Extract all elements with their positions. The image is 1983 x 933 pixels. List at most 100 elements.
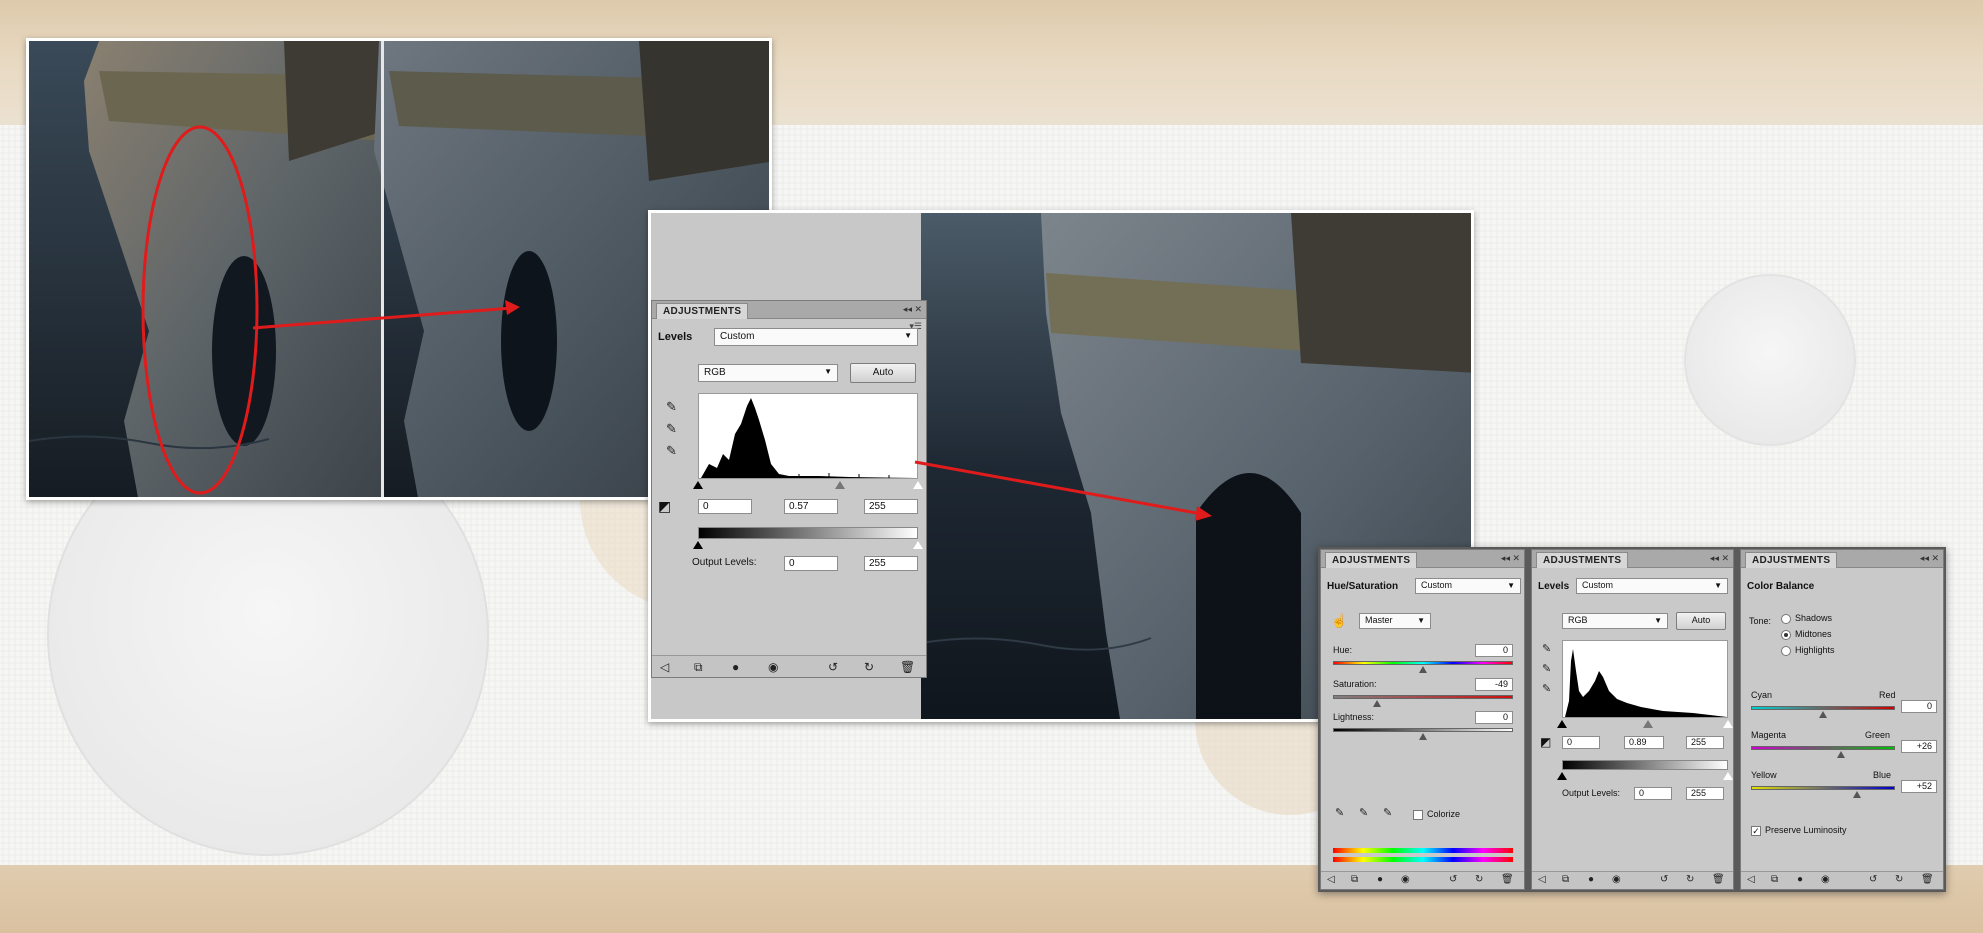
input-gamma-field[interactable]: 0.89 — [1624, 736, 1664, 749]
eyedropper-plus-icon[interactable]: ✎ — [1359, 806, 1368, 819]
arrow-to-arch — [914, 460, 1212, 521]
levels-panel-small: ADJUSTMENTS ◂◂ ✕ Levels Custom ▼ RGB ▼ A… — [1531, 549, 1734, 890]
visibility-eye-icon[interactable]: ◉ — [1401, 874, 1410, 885]
histogram — [1562, 640, 1728, 718]
black-eyedropper-icon[interactable]: ✎ — [1542, 642, 1551, 655]
tone-radio-shadows[interactable] — [1781, 614, 1791, 624]
output-black-field[interactable]: 0 — [1634, 787, 1672, 800]
magenta-green-field[interactable]: +26 — [1901, 740, 1937, 753]
panel-tab[interactable]: ADJUSTMENTS — [1745, 552, 1838, 568]
preset-select[interactable]: Custom ▼ — [1415, 578, 1521, 594]
trash-icon[interactable]: 🗑 — [1501, 874, 1514, 885]
panel-header: ADJUSTMENTS ◂◂ ✕ — [1321, 550, 1524, 568]
panel-footer: ◁ ⧉ ● ◉ ↺ ↻ 🗑 — [1532, 871, 1733, 889]
eyedropper-minus-icon[interactable]: ✎ — [1383, 806, 1392, 819]
cyan-red-field[interactable]: 0 — [1901, 700, 1937, 713]
saturation-field[interactable]: -49 — [1475, 678, 1513, 691]
preserve-luminosity-label: Preserve Luminosity — [1765, 825, 1847, 835]
hue-saturation-panel: ADJUSTMENTS ◂◂ ✕ Hue/Saturation Custom ▼… — [1320, 549, 1525, 890]
lightness-slider-knob[interactable] — [1419, 733, 1427, 740]
collapse-close-icons[interactable]: ◂◂ ✕ — [1920, 553, 1939, 564]
input-gamma-slider[interactable] — [1643, 720, 1653, 728]
yellow-blue-slider-track[interactable] — [1751, 786, 1895, 790]
chevron-down-icon: ▼ — [1654, 616, 1662, 625]
layer-mask-icon[interactable]: ● — [1377, 874, 1383, 885]
input-white-slider[interactable] — [1723, 720, 1733, 728]
panel-tab[interactable]: ADJUSTMENTS — [1536, 552, 1629, 568]
collapse-close-icons[interactable]: ◂◂ ✕ — [1501, 553, 1520, 564]
previous-state-icon[interactable]: ↺ — [1660, 874, 1668, 885]
yellow-blue-slider-knob[interactable] — [1853, 791, 1861, 798]
histogram-graph — [1565, 649, 1727, 717]
preset-select[interactable]: Custom ▼ — [1576, 578, 1728, 594]
white-eyedropper-icon[interactable]: ✎ — [1542, 682, 1551, 695]
output-black-slider[interactable] — [1557, 772, 1567, 780]
reset-icon[interactable]: ↻ — [1895, 874, 1903, 885]
colorize-checkbox[interactable] — [1413, 810, 1423, 820]
output-white-slider[interactable] — [1723, 772, 1733, 780]
return-arrow-icon[interactable]: ◁ — [1538, 874, 1546, 885]
panel-header: ADJUSTMENTS ◂◂ ✕ — [1532, 550, 1733, 568]
colorize-label: Colorize — [1427, 809, 1461, 819]
reset-icon[interactable]: ↻ — [1475, 874, 1483, 885]
preserve-luminosity-checkbox[interactable]: ✓ — [1751, 826, 1761, 836]
layer-mask-icon[interactable]: ● — [1797, 874, 1803, 885]
gray-eyedropper-icon[interactable]: ✎ — [1542, 662, 1551, 675]
green-label: Green — [1865, 730, 1891, 740]
output-gradient — [1562, 760, 1728, 770]
input-black-slider[interactable] — [1557, 720, 1567, 728]
hue-label: Hue: — [1333, 645, 1353, 655]
return-arrow-icon[interactable]: ◁ — [1327, 874, 1335, 885]
auto-button[interactable]: Auto — [1676, 612, 1726, 630]
output-white-field[interactable]: 255 — [1686, 787, 1724, 800]
cyan-red-slider-knob[interactable] — [1819, 711, 1827, 718]
visibility-eye-icon[interactable]: ◉ — [1612, 874, 1621, 885]
hue-field[interactable]: 0 — [1475, 644, 1513, 657]
trash-icon[interactable]: 🗑 — [1921, 874, 1934, 885]
range-select[interactable]: Master ▼ — [1359, 613, 1431, 629]
panel-header: ADJUSTMENTS ◂◂ ✕ — [1741, 550, 1943, 568]
layer-mask-icon[interactable]: ● — [1588, 874, 1594, 885]
lightness-slider-track[interactable] — [1333, 728, 1513, 732]
lightness-field[interactable]: 0 — [1475, 711, 1513, 724]
collapse-close-icons[interactable]: ◂◂ ✕ — [1710, 553, 1729, 564]
channel-value: RGB — [1568, 615, 1588, 625]
previous-state-icon[interactable]: ↺ — [1449, 874, 1457, 885]
clip-layer-icon[interactable]: ⧉ — [1562, 874, 1569, 885]
previous-state-icon[interactable]: ↺ — [1869, 874, 1877, 885]
clipping-icon[interactable]: ◩ — [1540, 735, 1551, 749]
input-white-field[interactable]: 255 — [1686, 736, 1724, 749]
chevron-down-icon: ▼ — [1507, 581, 1515, 590]
tone-radio-highlights[interactable] — [1781, 646, 1791, 656]
clip-layer-icon[interactable]: ⧉ — [1771, 874, 1778, 885]
reset-icon[interactable]: ↻ — [1686, 874, 1694, 885]
arrow-to-after — [252, 300, 520, 330]
cyan-red-slider-track[interactable] — [1751, 706, 1895, 710]
hue-slider-track[interactable] — [1333, 661, 1513, 665]
saturation-slider-track[interactable] — [1333, 695, 1513, 699]
eyedropper-icon[interactable]: ✎ — [1335, 806, 1344, 819]
visibility-eye-icon[interactable]: ◉ — [1821, 874, 1830, 885]
tone-option-shadows: Shadows — [1795, 613, 1833, 623]
color-balance-panel: ADJUSTMENTS ◂◂ ✕ Color Balance Tone: Sha… — [1740, 549, 1944, 890]
channel-select[interactable]: RGB ▼ — [1562, 613, 1668, 629]
yellow-label: Yellow — [1751, 770, 1777, 780]
chevron-down-icon: ▼ — [1714, 581, 1722, 590]
tone-option-midtones: Midtones — [1795, 629, 1832, 639]
yellow-blue-field[interactable]: +52 — [1901, 780, 1937, 793]
hue-slider-knob[interactable] — [1419, 666, 1427, 673]
tone-radio-midtones[interactable] — [1781, 630, 1791, 640]
adjustment-panels-group: ADJUSTMENTS ◂◂ ✕ Hue/Saturation Custom ▼… — [1318, 547, 1946, 892]
magenta-green-slider-track[interactable] — [1751, 746, 1895, 750]
input-black-field[interactable]: 0 — [1562, 736, 1600, 749]
preset-value: Custom — [1421, 580, 1453, 590]
panel-tab[interactable]: ADJUSTMENTS — [1325, 552, 1418, 568]
magenta-green-slider-knob[interactable] — [1837, 751, 1845, 758]
clip-layer-icon[interactable]: ⧉ — [1351, 874, 1358, 885]
trash-icon[interactable]: 🗑 — [1712, 874, 1725, 885]
adjustment-type-label: Hue/Saturation — [1327, 581, 1399, 592]
hand-adjust-icon[interactable]: ☝ — [1331, 613, 1347, 629]
preset-value: Custom — [1582, 580, 1614, 590]
return-arrow-icon[interactable]: ◁ — [1747, 874, 1755, 885]
saturation-slider-knob[interactable] — [1373, 700, 1381, 707]
